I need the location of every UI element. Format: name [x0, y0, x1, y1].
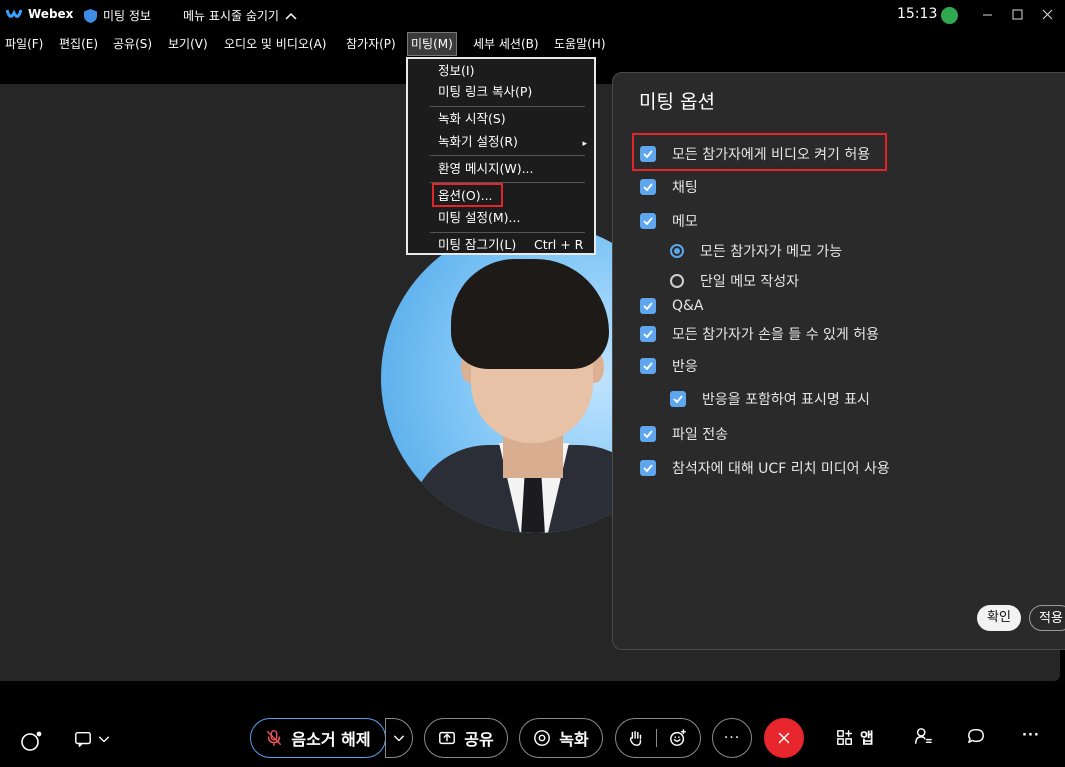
participants-icon	[915, 728, 932, 744]
chevron-down-icon	[99, 736, 109, 743]
minimize-icon	[982, 14, 992, 15]
meeting-options-panel: 미팅 옵션 모든 참가자에게 비디오 켜기 허용 채팅 메모 모든 참가자가 메…	[612, 72, 1065, 650]
option-ucf-rich-media[interactable]: 참석자에 대해 UCF 리치 미디어 사용	[640, 458, 890, 478]
closed-captions-icon	[75, 731, 91, 747]
menu-divider	[430, 232, 585, 233]
maximize-icon	[1012, 9, 1022, 19]
menu-edit[interactable]: 편집(E)	[56, 33, 101, 55]
checkbox-checked-icon[interactable]	[640, 326, 656, 342]
participants-button[interactable]	[914, 727, 932, 745]
raise-hand-icon	[629, 730, 641, 746]
menu-divider	[430, 106, 585, 107]
menu-breakout[interactable]: 세부 세션(B)	[470, 33, 542, 55]
checkbox-checked-icon[interactable]	[640, 298, 656, 314]
menu-divider	[430, 155, 585, 156]
option-file-transfer[interactable]: 파일 전송	[640, 424, 728, 444]
checkbox-checked-icon[interactable]	[640, 358, 656, 374]
shield-icon	[84, 8, 97, 23]
meeting-toolbar: 음소거 해제 공유 녹화 ··· 앱 ···	[0, 705, 1065, 767]
close-button[interactable]	[1036, 4, 1058, 24]
menu-item-lock-meeting[interactable]: 미팅 잠그기(L)	[438, 235, 516, 255]
maximize-button[interactable]	[1006, 4, 1028, 24]
meeting-info-button[interactable]: 미팅 정보	[84, 7, 151, 24]
webex-logo-icon	[6, 9, 22, 18]
add-reaction-icon	[670, 729, 687, 746]
option-reactions[interactable]: 반응	[640, 356, 698, 376]
checkbox-checked-icon[interactable]	[640, 146, 656, 162]
apply-button[interactable]: 적용	[1029, 605, 1065, 631]
end-call-button[interactable]	[764, 718, 804, 758]
reactions-button[interactable]	[657, 729, 700, 747]
status-circle-icon	[21, 731, 42, 751]
more-options-button[interactable]: ···	[712, 718, 752, 758]
status-button[interactable]	[20, 730, 42, 752]
option-qa[interactable]: Q&A	[640, 296, 704, 316]
menu-item-start-recording[interactable]: 녹화 시작(S)	[438, 109, 506, 129]
hide-menu-bar-button[interactable]: 메뉴 표시줄 숨기기	[183, 7, 297, 24]
chevron-down-icon	[394, 735, 404, 742]
radio-unselected-icon[interactable]	[670, 274, 684, 288]
checkbox-checked-icon[interactable]	[640, 213, 656, 229]
apps-button[interactable]: 앱	[836, 727, 874, 748]
network-health-icon[interactable]	[941, 7, 958, 24]
reactions-group	[615, 718, 701, 758]
menu-item-meeting-settings[interactable]: 미팅 설정(M)...	[438, 208, 520, 228]
highlight-box	[432, 183, 503, 207]
clock: 15:13	[897, 6, 938, 22]
submenu-arrow-icon: ▸	[582, 139, 587, 149]
meeting-menu-dropdown: 정보(I) 미팅 링크 복사(P) 녹화 시작(S) 녹화기 설정(R) ▸ 환…	[406, 57, 596, 255]
checkbox-checked-icon[interactable]	[670, 391, 686, 407]
checkbox-checked-icon[interactable]	[640, 460, 656, 476]
radio-selected-icon[interactable]	[670, 244, 684, 258]
chat-icon	[968, 728, 984, 744]
menu-share[interactable]: 공유(S)	[110, 33, 155, 55]
option-reaction-display-name[interactable]: 반응을 포함하여 표시명 표시	[670, 389, 870, 409]
menu-item-welcome-message[interactable]: 환영 메시지(W)...	[438, 159, 534, 179]
chat-button[interactable]	[967, 727, 985, 745]
option-chat[interactable]: 채팅	[640, 177, 698, 197]
panel-title: 미팅 옵션	[639, 91, 715, 113]
unmute-button[interactable]: 음소거 해제	[250, 718, 386, 758]
menu-file[interactable]: 파일(F)	[2, 33, 46, 55]
option-single-note-taker[interactable]: 단일 메모 작성자	[670, 271, 799, 291]
option-allow-video[interactable]: 모든 참가자에게 비디오 켜기 허용	[640, 144, 870, 164]
menu-view[interactable]: 보기(V)	[165, 33, 211, 55]
ok-button[interactable]: 확인	[977, 605, 1021, 631]
share-button[interactable]: 공유	[424, 718, 508, 758]
menu-meeting[interactable]: 미팅(M)	[407, 32, 457, 56]
menu-item-info[interactable]: 정보(I)	[438, 61, 474, 81]
app-name: Webex	[6, 7, 73, 21]
captions-button[interactable]	[74, 730, 110, 748]
more-icon: ···	[723, 730, 741, 746]
menu-item-copy-link[interactable]: 미팅 링크 복사(P)	[438, 82, 532, 102]
raise-hand-button[interactable]	[616, 729, 657, 747]
minimize-button[interactable]	[976, 4, 998, 24]
avatar-hair	[451, 259, 609, 369]
more-panels-button[interactable]: ···	[1022, 728, 1040, 743]
apps-icon	[837, 729, 853, 745]
checkbox-checked-icon[interactable]	[640, 179, 656, 195]
title-bar: Webex 미팅 정보 메뉴 표시줄 숨기기 15:13	[0, 0, 1065, 30]
lock-shortcut: Ctrl + R	[534, 237, 584, 252]
menu-bar: 파일(F) 편집(E) 공유(S) 보기(V) 오디오 및 비디오(A) 참가자…	[0, 32, 1065, 56]
option-notes[interactable]: 메모	[640, 211, 698, 231]
chevron-up-icon	[285, 12, 297, 20]
option-raise-hand[interactable]: 모든 참가자가 손을 들 수 있게 허용	[640, 324, 879, 344]
audio-options-button[interactable]	[385, 718, 413, 758]
option-all-notes[interactable]: 모든 참가자가 메모 가능	[670, 241, 842, 261]
menu-audio-video[interactable]: 오디오 및 비디오(A)	[221, 33, 329, 55]
checkbox-checked-icon[interactable]	[640, 426, 656, 442]
record-button[interactable]: 녹화	[519, 718, 603, 758]
more-icon: ···	[1022, 728, 1040, 743]
menu-item-recorder-settings[interactable]: 녹화기 설정(R)	[438, 132, 518, 152]
close-icon	[1042, 9, 1052, 19]
microphone-muted-icon	[267, 730, 282, 746]
record-icon	[534, 730, 551, 746]
menu-participants[interactable]: 참가자(P)	[343, 33, 399, 55]
close-icon	[778, 732, 790, 744]
share-screen-icon	[439, 731, 456, 745]
menu-help[interactable]: 도움말(H)	[551, 33, 609, 55]
